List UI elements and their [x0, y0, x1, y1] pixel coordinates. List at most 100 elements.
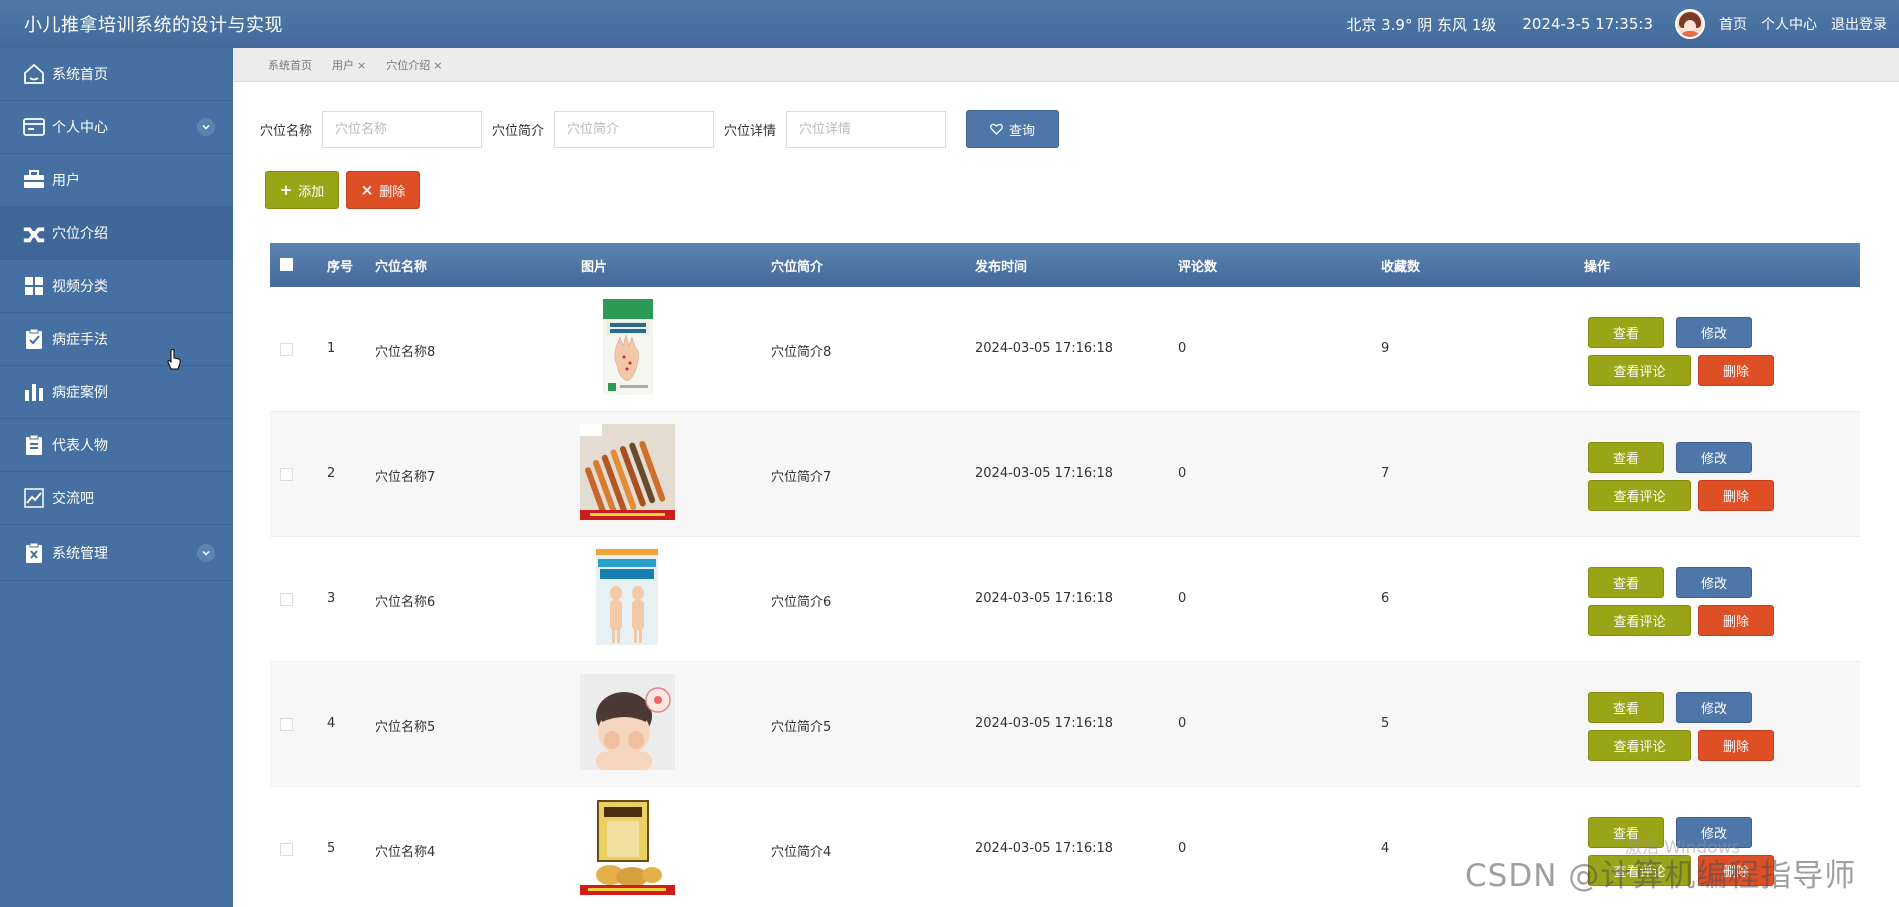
- cell-time: 2024-03-05 17:16:18: [975, 341, 1114, 356]
- cell-favorites: 5: [1381, 716, 1390, 731]
- sidebar-item-label: 用户: [52, 173, 80, 189]
- acupoint-intro-input[interactable]: [554, 110, 715, 148]
- acupoint-detail-input[interactable]: [786, 110, 947, 148]
- chevron-down-icon[interactable]: [197, 118, 215, 136]
- sidebar-item-label: 交流吧: [52, 491, 94, 507]
- view-button[interactable]: 查看: [1588, 317, 1664, 348]
- home-link[interactable]: 首页: [1719, 14, 1747, 34]
- cell-intro: 穴位简介6: [771, 595, 832, 610]
- sidebar-item-cases[interactable]: 病症案例: [0, 366, 233, 419]
- row-checkbox[interactable]: [280, 843, 293, 856]
- tab-users[interactable]: 用户 ×: [332, 57, 366, 73]
- acupoint-image[interactable]: [580, 424, 675, 520]
- sidebar: 系统首页 个人中心 用户 穴位介绍 视频分类 病症手法 病症案例 代表人物 交流…: [0, 48, 233, 907]
- tab-home[interactable]: 系统首页: [268, 57, 312, 73]
- col-comments: 评论数: [1178, 260, 1218, 275]
- sidebar-item-forum[interactable]: 交流吧: [0, 472, 233, 525]
- chevron-down-icon[interactable]: [197, 543, 215, 562]
- col-intro: 穴位简介: [771, 260, 824, 275]
- close-icon[interactable]: ×: [433, 59, 442, 72]
- col-image: 图片: [581, 260, 608, 275]
- sidebar-item-video-category[interactable]: 视频分类: [0, 260, 233, 313]
- col-index: 序号: [327, 260, 354, 275]
- cell-favorites: 9: [1381, 341, 1390, 356]
- row-checkbox[interactable]: [280, 468, 293, 481]
- acupoint-name-label: 穴位名称: [260, 123, 313, 139]
- plus-icon: +: [279, 181, 293, 199]
- row-checkbox[interactable]: [280, 343, 293, 356]
- sidebar-item-label: 系统管理: [52, 545, 108, 562]
- acupoint-image[interactable]: [580, 674, 675, 770]
- table-row: 4 穴位名称5 穴位简介5 2024-03-05 17:16:18 0 5 查看…: [270, 662, 1860, 787]
- clipboard-x-icon: [22, 541, 46, 565]
- id-card-icon: [22, 115, 46, 139]
- view-button[interactable]: 查看: [1588, 567, 1664, 598]
- cell-name: 穴位名称5: [375, 720, 436, 735]
- edit-button[interactable]: 修改: [1676, 692, 1752, 723]
- row-checkbox[interactable]: [280, 718, 293, 731]
- delete-button[interactable]: 删除: [1698, 480, 1774, 511]
- acupoint-name-input[interactable]: [322, 110, 483, 148]
- cell-intro: 穴位简介5: [771, 720, 832, 735]
- col-favorites: 收藏数: [1381, 260, 1421, 275]
- sidebar-item-home[interactable]: 系统首页: [0, 48, 233, 101]
- view-comments-button[interactable]: 查看评论: [1588, 480, 1691, 511]
- add-button[interactable]: + 添加: [265, 171, 339, 209]
- view-comments-button[interactable]: 查看评论: [1588, 605, 1691, 636]
- edit-button[interactable]: 修改: [1676, 567, 1752, 598]
- cell-index: 4: [327, 716, 336, 731]
- sidebar-item-personal-center[interactable]: 个人中心: [0, 101, 233, 154]
- sidebar-item-label: 病症手法: [52, 332, 108, 348]
- tab-label: 穴位介绍: [386, 58, 431, 72]
- sidebar-item-acupoints[interactable]: 穴位介绍: [0, 207, 233, 260]
- line-chart-icon: [22, 486, 46, 510]
- sidebar-item-system-management[interactable]: 系统管理: [0, 525, 233, 581]
- edit-button[interactable]: 修改: [1676, 317, 1752, 348]
- sidebar-item-users[interactable]: 用户: [0, 154, 233, 207]
- sidebar-item-techniques[interactable]: 病症手法: [0, 313, 233, 366]
- view-button[interactable]: 查看: [1588, 442, 1664, 473]
- close-icon[interactable]: ×: [357, 59, 366, 72]
- sidebar-item-label: 视频分类: [52, 279, 108, 295]
- acupoint-detail-label: 穴位详情: [724, 123, 777, 139]
- cell-time: 2024-03-05 17:16:18: [975, 591, 1114, 606]
- cell-name: 穴位名称6: [375, 595, 436, 610]
- sidebar-item-representatives[interactable]: 代表人物: [0, 419, 233, 472]
- view-comments-button[interactable]: 查看评论: [1588, 355, 1691, 386]
- delete-button[interactable]: 删除: [1698, 730, 1774, 761]
- cell-name: 穴位名称4: [375, 845, 436, 860]
- cell-index: 2: [327, 466, 336, 481]
- cell-favorites: 4: [1381, 841, 1390, 856]
- col-name: 穴位名称: [375, 260, 428, 275]
- table-row: 2 穴位名称7 穴位简介7 2024-03-05 17:16:18 0 7 查看…: [270, 412, 1860, 537]
- add-label: 添加: [298, 184, 325, 200]
- wrench-icon: [22, 221, 46, 245]
- personal-center-link[interactable]: 个人中心: [1761, 14, 1817, 34]
- home-icon: [22, 62, 46, 86]
- grid-icon: [22, 274, 46, 298]
- sidebar-item-label: 代表人物: [52, 438, 108, 454]
- acupoint-image[interactable]: [580, 799, 675, 895]
- view-comments-button[interactable]: 查看评论: [1588, 730, 1691, 761]
- cell-intro: 穴位简介7: [771, 470, 832, 485]
- edit-button[interactable]: 修改: [1676, 442, 1752, 473]
- delete-button[interactable]: 删除: [1698, 355, 1774, 386]
- logout-link[interactable]: 退出登录: [1831, 14, 1887, 34]
- search-form: 穴位名称 穴位简介 穴位详情 查询: [260, 110, 1060, 148]
- acupoint-image[interactable]: [580, 549, 675, 645]
- table-row: 3 穴位名称6 穴位简介6 2024-03-05 17:16:18 0 6 查看…: [270, 537, 1860, 662]
- app-title: 小儿推拿培训系统的设计与实现: [24, 15, 283, 36]
- tab-label: 用户: [332, 58, 354, 72]
- acupoint-image[interactable]: [580, 299, 675, 395]
- cell-intro: 穴位简介4: [771, 845, 832, 860]
- view-button[interactable]: 查看: [1588, 692, 1664, 723]
- select-all-checkbox[interactable]: [280, 258, 293, 271]
- batch-delete-button[interactable]: × 删除: [346, 171, 420, 209]
- cell-comments: 0: [1178, 466, 1187, 481]
- cell-favorites: 6: [1381, 591, 1390, 606]
- query-button[interactable]: 查询: [966, 110, 1060, 148]
- tab-acupoints[interactable]: 穴位介绍 ×: [386, 57, 442, 73]
- row-checkbox[interactable]: [280, 593, 293, 606]
- avatar[interactable]: [1675, 9, 1705, 39]
- delete-button[interactable]: 删除: [1698, 605, 1774, 636]
